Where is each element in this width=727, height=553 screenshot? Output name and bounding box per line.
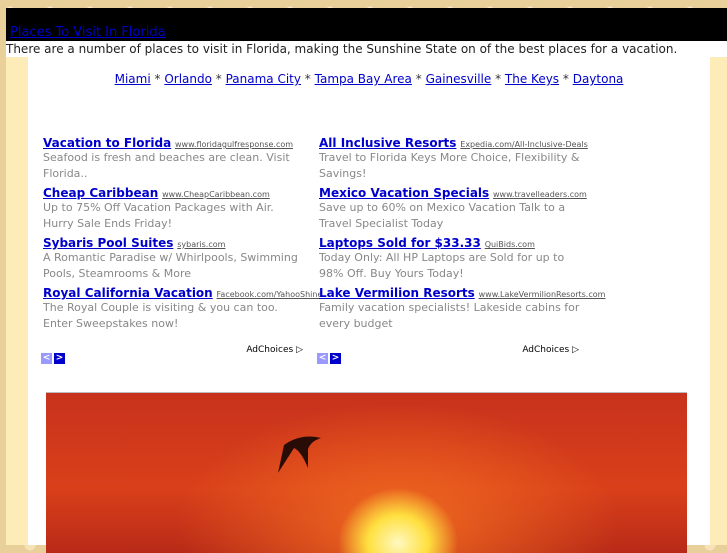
ad-item: Vacation to Florida www.floridagulfrespo… [43, 136, 305, 181]
ad-nav-1: < > AdChoices ▷ [41, 345, 303, 364]
ad-item: Mexico Vacation Specials www.travelleade… [319, 186, 587, 231]
nav-separator: * [211, 72, 226, 86]
ad-description: Up to 75% Off Vacation Packages with Air… [43, 201, 274, 230]
ad-item: Cheap Caribbean www.CheapCaribbean.com Up… [43, 186, 305, 231]
next-arrow-icon[interactable]: > [54, 353, 65, 364]
intro-text: There are a number of places to visit in… [6, 41, 727, 57]
ad-item: Laptops Sold for $33.33 QuiBids.com Today… [319, 236, 581, 281]
prev-arrow-icon[interactable]: < [41, 353, 52, 364]
city-nav: Miami * Orlando * Panama City * Tampa Ba… [28, 72, 710, 86]
nav-link-miami[interactable]: Miami [115, 72, 151, 86]
prev-arrow-icon[interactable]: < [317, 353, 328, 364]
ad-url-link[interactable]: www.travelleaders.com [493, 190, 587, 199]
nav-link-daytona[interactable]: Daytona [573, 72, 624, 86]
next-arrow-icon[interactable]: > [330, 353, 341, 364]
nav-link-orlando[interactable]: Orlando [164, 72, 212, 86]
bird-silhouette-icon [278, 436, 321, 473]
ad-title-link[interactable]: Laptops Sold for $33.33 [319, 236, 481, 250]
ad-item: Lake Vermilion Resorts www.LakeVermilion… [319, 286, 605, 331]
nav-separator: * [411, 72, 426, 86]
ad-block-1: Vacation to Florida www.floridagulfrespo… [43, 136, 322, 336]
adchoices-icon: ▷ [572, 345, 579, 355]
nav-separator: * [300, 72, 315, 86]
left-strip [6, 57, 28, 545]
ad-description: Seafood is fresh and beaches are clean. … [43, 151, 290, 180]
ad-title-link[interactable]: All Inclusive Resorts [319, 136, 456, 150]
adchoices-link[interactable]: AdChoices ▷ [246, 345, 303, 355]
ad-description: Save up to 60% on Mexico Vacation Talk t… [319, 201, 566, 230]
ad-url-link[interactable]: www.floridagulfresponse.com [175, 140, 293, 149]
nav-link-gainesville[interactable]: Gainesville [426, 72, 492, 86]
ad-url-link[interactable]: www.LakeVermilionResorts.com [479, 290, 606, 299]
nav-separator: * [150, 72, 165, 86]
ad-title-link[interactable]: Lake Vermilion Resorts [319, 286, 475, 300]
nav-link-tampa-bay-area[interactable]: Tampa Bay Area [315, 72, 412, 86]
header-bar: Places To Visit In Florida [6, 8, 727, 41]
ad-nav-2: < > AdChoices ▷ [317, 345, 579, 364]
adchoices-icon: ▷ [296, 345, 303, 355]
ad-title-link[interactable]: Sybaris Pool Suites [43, 236, 173, 250]
ad-block-2: All Inclusive Resorts Expedia.com/All-In… [319, 136, 605, 336]
adchoices-label: AdChoices [246, 345, 294, 355]
nav-separator: * [491, 72, 505, 86]
ad-url-link[interactable]: www.CheapCaribbean.com [162, 190, 270, 199]
nav-separator: * [559, 72, 573, 86]
ad-title-link[interactable]: Royal California Vacation [43, 286, 213, 300]
ad-description: Travel to Florida Keys More Choice, Flex… [319, 151, 580, 180]
site-title-link[interactable]: Places To Visit In Florida [10, 25, 166, 40]
ad-item: Sybaris Pool Suites sybaris.com A Romanti… [43, 236, 305, 281]
ad-item: Royal California Vacation Facebook.com/Y… [43, 286, 322, 331]
ad-title-link[interactable]: Vacation to Florida [43, 136, 171, 150]
ad-item: All Inclusive Resorts Expedia.com/All-In… [319, 136, 588, 181]
adchoices-label: AdChoices [522, 345, 570, 355]
main-content: Miami * Orlando * Panama City * Tampa Ba… [28, 57, 710, 553]
ad-title-link[interactable]: Mexico Vacation Specials [319, 186, 489, 200]
ad-description: Today Only: All HP Laptops are Sold for … [319, 251, 565, 280]
ad-url-link[interactable]: Facebook.com/YahooShine [217, 290, 323, 299]
nav-link-the-keys[interactable]: The Keys [505, 72, 559, 86]
nav-link-panama-city[interactable]: Panama City [226, 72, 301, 86]
ad-url-link[interactable]: Expedia.com/All-Inclusive-Deals [460, 140, 588, 149]
ad-description: The Royal Couple is visiting & you can t… [43, 301, 278, 330]
ad-description: Family vacation specialists! Lakeside ca… [319, 301, 580, 330]
sunset-photo [46, 392, 687, 553]
ad-url-link[interactable]: QuiBids.com [485, 240, 535, 249]
adchoices-link[interactable]: AdChoices ▷ [522, 345, 579, 355]
right-strip [710, 57, 727, 545]
ad-url-link[interactable]: sybaris.com [177, 240, 225, 249]
ad-title-link[interactable]: Cheap Caribbean [43, 186, 158, 200]
ad-description: A Romantic Paradise w/ Whirlpools, Swimm… [43, 251, 298, 280]
